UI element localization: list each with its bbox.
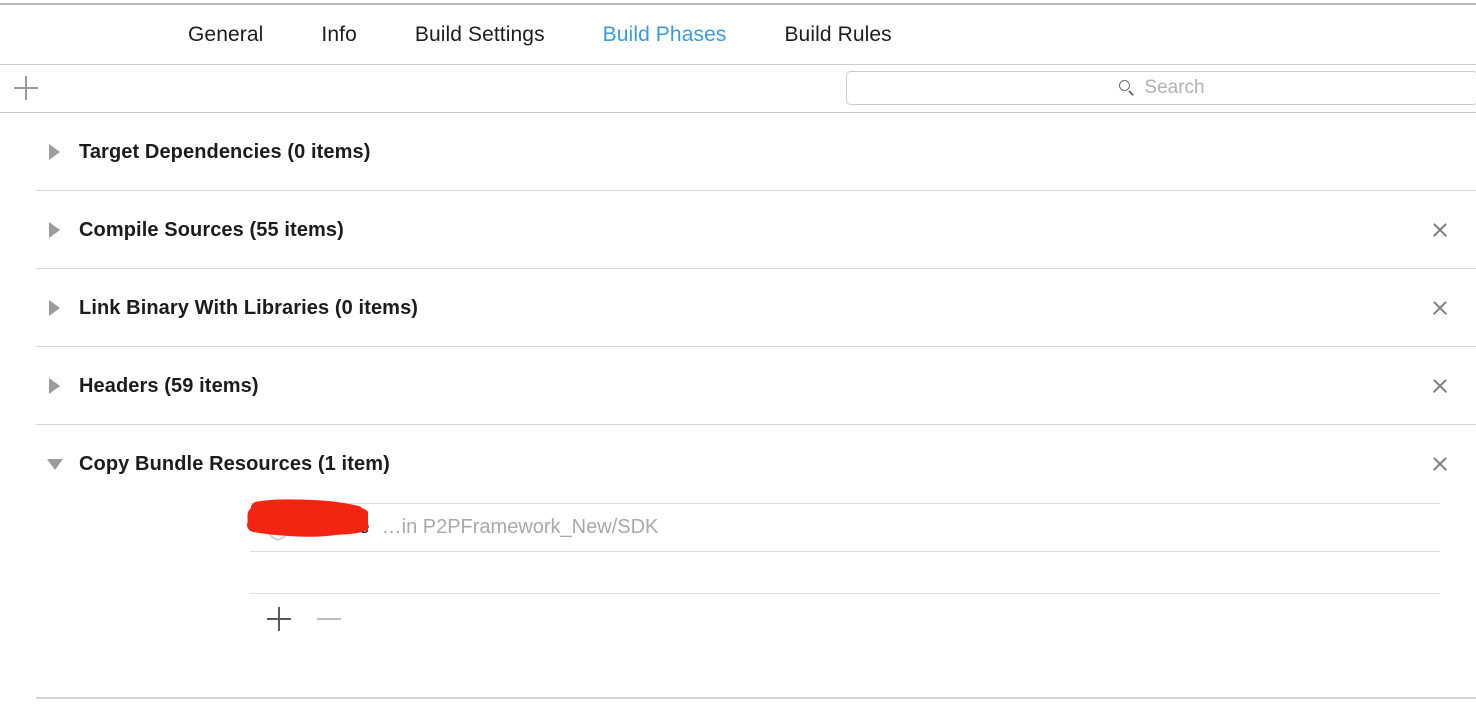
disclosure-triangle-right-icon[interactable] [47, 299, 65, 317]
disclosure-triangle-right-icon[interactable] [47, 143, 65, 161]
resource-name-wrap: .bundle …in P2PFramework_New/SDK [247, 499, 659, 539]
phase-title: Link Binary With Libraries (0 items) [79, 296, 419, 319]
phase-link-binary-with-libraries: Link Binary With Libraries (0 items) [0, 269, 1476, 347]
phase-title: Target Dependencies (0 items) [79, 140, 371, 163]
phase-header[interactable]: Target Dependencies (0 items) [0, 113, 1476, 191]
disclosure-triangle-down-icon[interactable] [47, 455, 65, 473]
resource-file-path: …in P2PFramework_New/SDK [381, 516, 659, 538]
add-resource-plus-icon[interactable] [266, 606, 292, 632]
tab-build-phases[interactable]: Build Phases [603, 23, 727, 47]
tab-build-rules[interactable]: Build Rules [784, 23, 891, 47]
resource-file-name: .bundle [247, 499, 370, 539]
add-build-phase-plus-icon[interactable] [13, 75, 39, 101]
remove-resource-minus-icon[interactable] [316, 606, 342, 632]
tab-list: General Info Build Settings Build Phases… [0, 23, 892, 47]
resource-list-item[interactable]: .bundle …in P2PFramework_New/SDK [247, 499, 1440, 551]
delete-phase-x-icon[interactable] [1430, 298, 1450, 318]
phase-title: Copy Bundle Resources (1 item) [79, 452, 390, 475]
disclosure-triangle-right-icon[interactable] [47, 377, 65, 395]
copy-bundle-resources-body: .bundle …in P2PFramework_New/SDK [247, 499, 1440, 643]
search-icon [1119, 80, 1136, 97]
phase-copy-bundle-resources: Copy Bundle Resources (1 item) .bundle …… [0, 425, 1476, 699]
phase-header[interactable]: Copy Bundle Resources (1 item) [0, 425, 1476, 503]
disclosure-triangle-right-icon[interactable] [47, 221, 65, 239]
phase-target-dependencies: Target Dependencies (0 items) [0, 113, 1476, 191]
bundle-shield-icon [266, 514, 290, 541]
phase-compile-sources: Compile Sources (55 items) [0, 191, 1476, 269]
file-list-empty-area [250, 552, 1440, 593]
phase-headers: Headers (59 items) [0, 347, 1476, 425]
build-phases-toolbar: Search [0, 65, 1476, 113]
tab-build-settings[interactable]: Build Settings [415, 23, 545, 47]
phase-title: Headers (59 items) [79, 374, 259, 397]
phase-separator [36, 697, 1476, 699]
delete-phase-x-icon[interactable] [1430, 220, 1450, 240]
build-phases-list: Target Dependencies (0 items) Compile So… [0, 113, 1476, 699]
delete-phase-x-icon[interactable] [1430, 376, 1450, 396]
tab-info[interactable]: Info [321, 23, 356, 47]
phase-header[interactable]: Link Binary With Libraries (0 items) [0, 269, 1476, 347]
delete-phase-x-icon[interactable] [1430, 454, 1450, 474]
phase-footer-toolbar [250, 594, 1440, 643]
tab-general[interactable]: General [188, 23, 263, 47]
phase-header[interactable]: Compile Sources (55 items) [0, 191, 1476, 269]
phase-title: Compile Sources (55 items) [79, 218, 344, 241]
search-input[interactable]: Search [846, 71, 1476, 105]
search-placeholder: Search [1144, 77, 1205, 98]
phase-header[interactable]: Headers (59 items) [0, 347, 1476, 425]
editor-tab-bar: General Info Build Settings Build Phases… [0, 5, 1476, 65]
